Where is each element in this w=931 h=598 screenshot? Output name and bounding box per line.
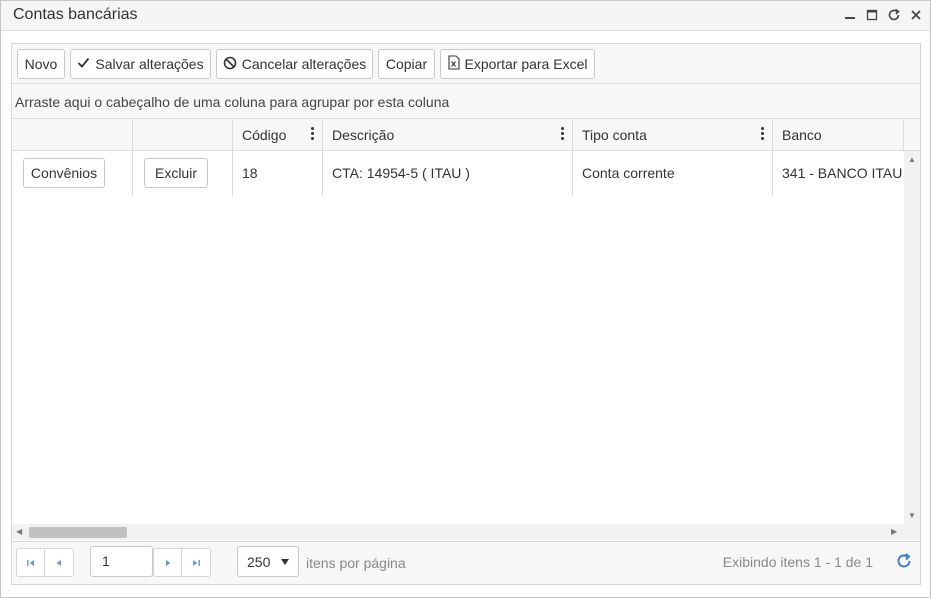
previous-page-icon[interactable]	[45, 548, 74, 577]
cell-codigo[interactable]: 18	[233, 151, 323, 196]
save-changes-button[interactable]: Salvar alterações	[70, 49, 211, 79]
grouping-hint: Arraste aqui o cabeçalho de uma coluna p…	[15, 94, 450, 110]
maximize-icon[interactable]	[864, 6, 880, 24]
scroll-right-icon[interactable]: ▶	[891, 527, 897, 536]
column-header-banco[interactable]: Banco	[773, 119, 904, 151]
horizontal-scroll-thumb[interactable]	[29, 527, 127, 538]
items-per-page-label: itens por página	[306, 555, 406, 571]
table-row[interactable]: Convênios Excluir 18 CTA: 14954-5 ( ITAU…	[12, 151, 904, 196]
grid-body: Convênios Excluir 18 CTA: 14954-5 ( ITAU…	[12, 151, 904, 524]
cell-tipo-conta[interactable]: Conta corrente	[573, 151, 773, 196]
column-header-tipo-conta[interactable]: Tipo conta	[573, 119, 773, 151]
scroll-down-icon[interactable]: ▼	[908, 511, 916, 520]
last-page-icon[interactable]	[182, 548, 211, 577]
page-size-value: 250	[247, 554, 271, 570]
first-page-icon[interactable]	[16, 548, 45, 577]
grid-header: Código Descrição Tipo conta Banco	[12, 119, 920, 151]
descricao-value: CTA: 14954-5 ( ITAU )	[332, 165, 470, 181]
pager-info: Exibindo itens 1 - 1 de 1	[722, 554, 873, 570]
minimize-icon[interactable]	[842, 6, 858, 24]
convenios-button-label: Convênios	[30, 165, 98, 181]
column-header-descricao[interactable]: Descrição	[323, 119, 573, 151]
refresh-icon[interactable]	[886, 6, 902, 24]
close-icon[interactable]	[908, 6, 924, 24]
title-bar: Contas bancárias	[1, 1, 930, 31]
scroll-left-icon[interactable]: ◀	[16, 527, 22, 536]
copy-button-label: Copiar	[385, 56, 428, 72]
new-button-label: Novo	[24, 56, 58, 72]
cell-banco[interactable]: 341 - BANCO ITAU	[773, 151, 904, 196]
column-header-label: Tipo conta	[582, 127, 647, 143]
cancel-icon	[223, 56, 237, 73]
save-changes-label: Salvar alterações	[95, 56, 204, 72]
column-header-actions-2	[133, 119, 233, 151]
chevron-down-icon	[281, 559, 289, 565]
column-header-label: Banco	[782, 127, 822, 143]
column-header-label: Descrição	[332, 127, 395, 143]
next-page-icon[interactable]	[153, 548, 182, 577]
export-excel-label: Exportar para Excel	[464, 56, 588, 72]
column-menu-icon[interactable]	[759, 127, 765, 143]
cell-descricao[interactable]: CTA: 14954-5 ( ITAU )	[323, 151, 573, 196]
vertical-scrollbar[interactable]: ▲ ▼	[904, 151, 920, 524]
check-icon	[77, 56, 90, 72]
delete-button[interactable]: Excluir	[144, 158, 208, 188]
grid-toolbar: Novo Salvar alterações Cancelar alteraçõ…	[12, 44, 920, 84]
codigo-value: 18	[242, 165, 258, 181]
banco-value: 341 - BANCO ITAU	[782, 165, 903, 181]
column-header-codigo[interactable]: Código	[233, 119, 323, 151]
tipo-conta-value: Conta corrente	[582, 165, 675, 181]
column-menu-icon[interactable]	[559, 127, 565, 143]
pager: 1 250 itens por página Exibindo itens 1 …	[12, 541, 920, 584]
cell-excluir: Excluir	[133, 151, 233, 196]
refresh-icon[interactable]	[894, 551, 914, 571]
copy-button[interactable]: Copiar	[378, 49, 435, 79]
window: Contas bancárias Novo Salvar alterações …	[0, 0, 931, 598]
window-title: Contas bancárias	[13, 6, 138, 23]
cancel-changes-button[interactable]: Cancelar alterações	[216, 49, 373, 79]
column-header-label: Código	[242, 127, 287, 143]
convenios-button[interactable]: Convênios	[23, 158, 105, 188]
page-number-input[interactable]: 1	[90, 546, 153, 577]
cell-convenios: Convênios	[12, 151, 133, 196]
export-excel-button[interactable]: Exportar para Excel	[440, 49, 595, 79]
window-actions	[842, 6, 924, 24]
page-size-select[interactable]: 250	[237, 546, 299, 577]
column-menu-icon[interactable]	[309, 127, 315, 143]
scroll-up-icon[interactable]: ▲	[908, 155, 916, 164]
column-header-actions-1	[12, 119, 133, 151]
data-grid: Novo Salvar alterações Cancelar alteraçõ…	[11, 43, 921, 585]
horizontal-scrollbar[interactable]: ◀ ▶	[12, 524, 904, 540]
delete-button-label: Excluir	[154, 165, 197, 181]
cancel-changes-label: Cancelar alterações	[241, 56, 367, 72]
new-button[interactable]: Novo	[17, 49, 65, 79]
excel-file-icon	[447, 55, 460, 73]
scroll-corner	[904, 524, 920, 540]
grouping-area[interactable]: Arraste aqui o cabeçalho de uma coluna p…	[12, 84, 920, 119]
